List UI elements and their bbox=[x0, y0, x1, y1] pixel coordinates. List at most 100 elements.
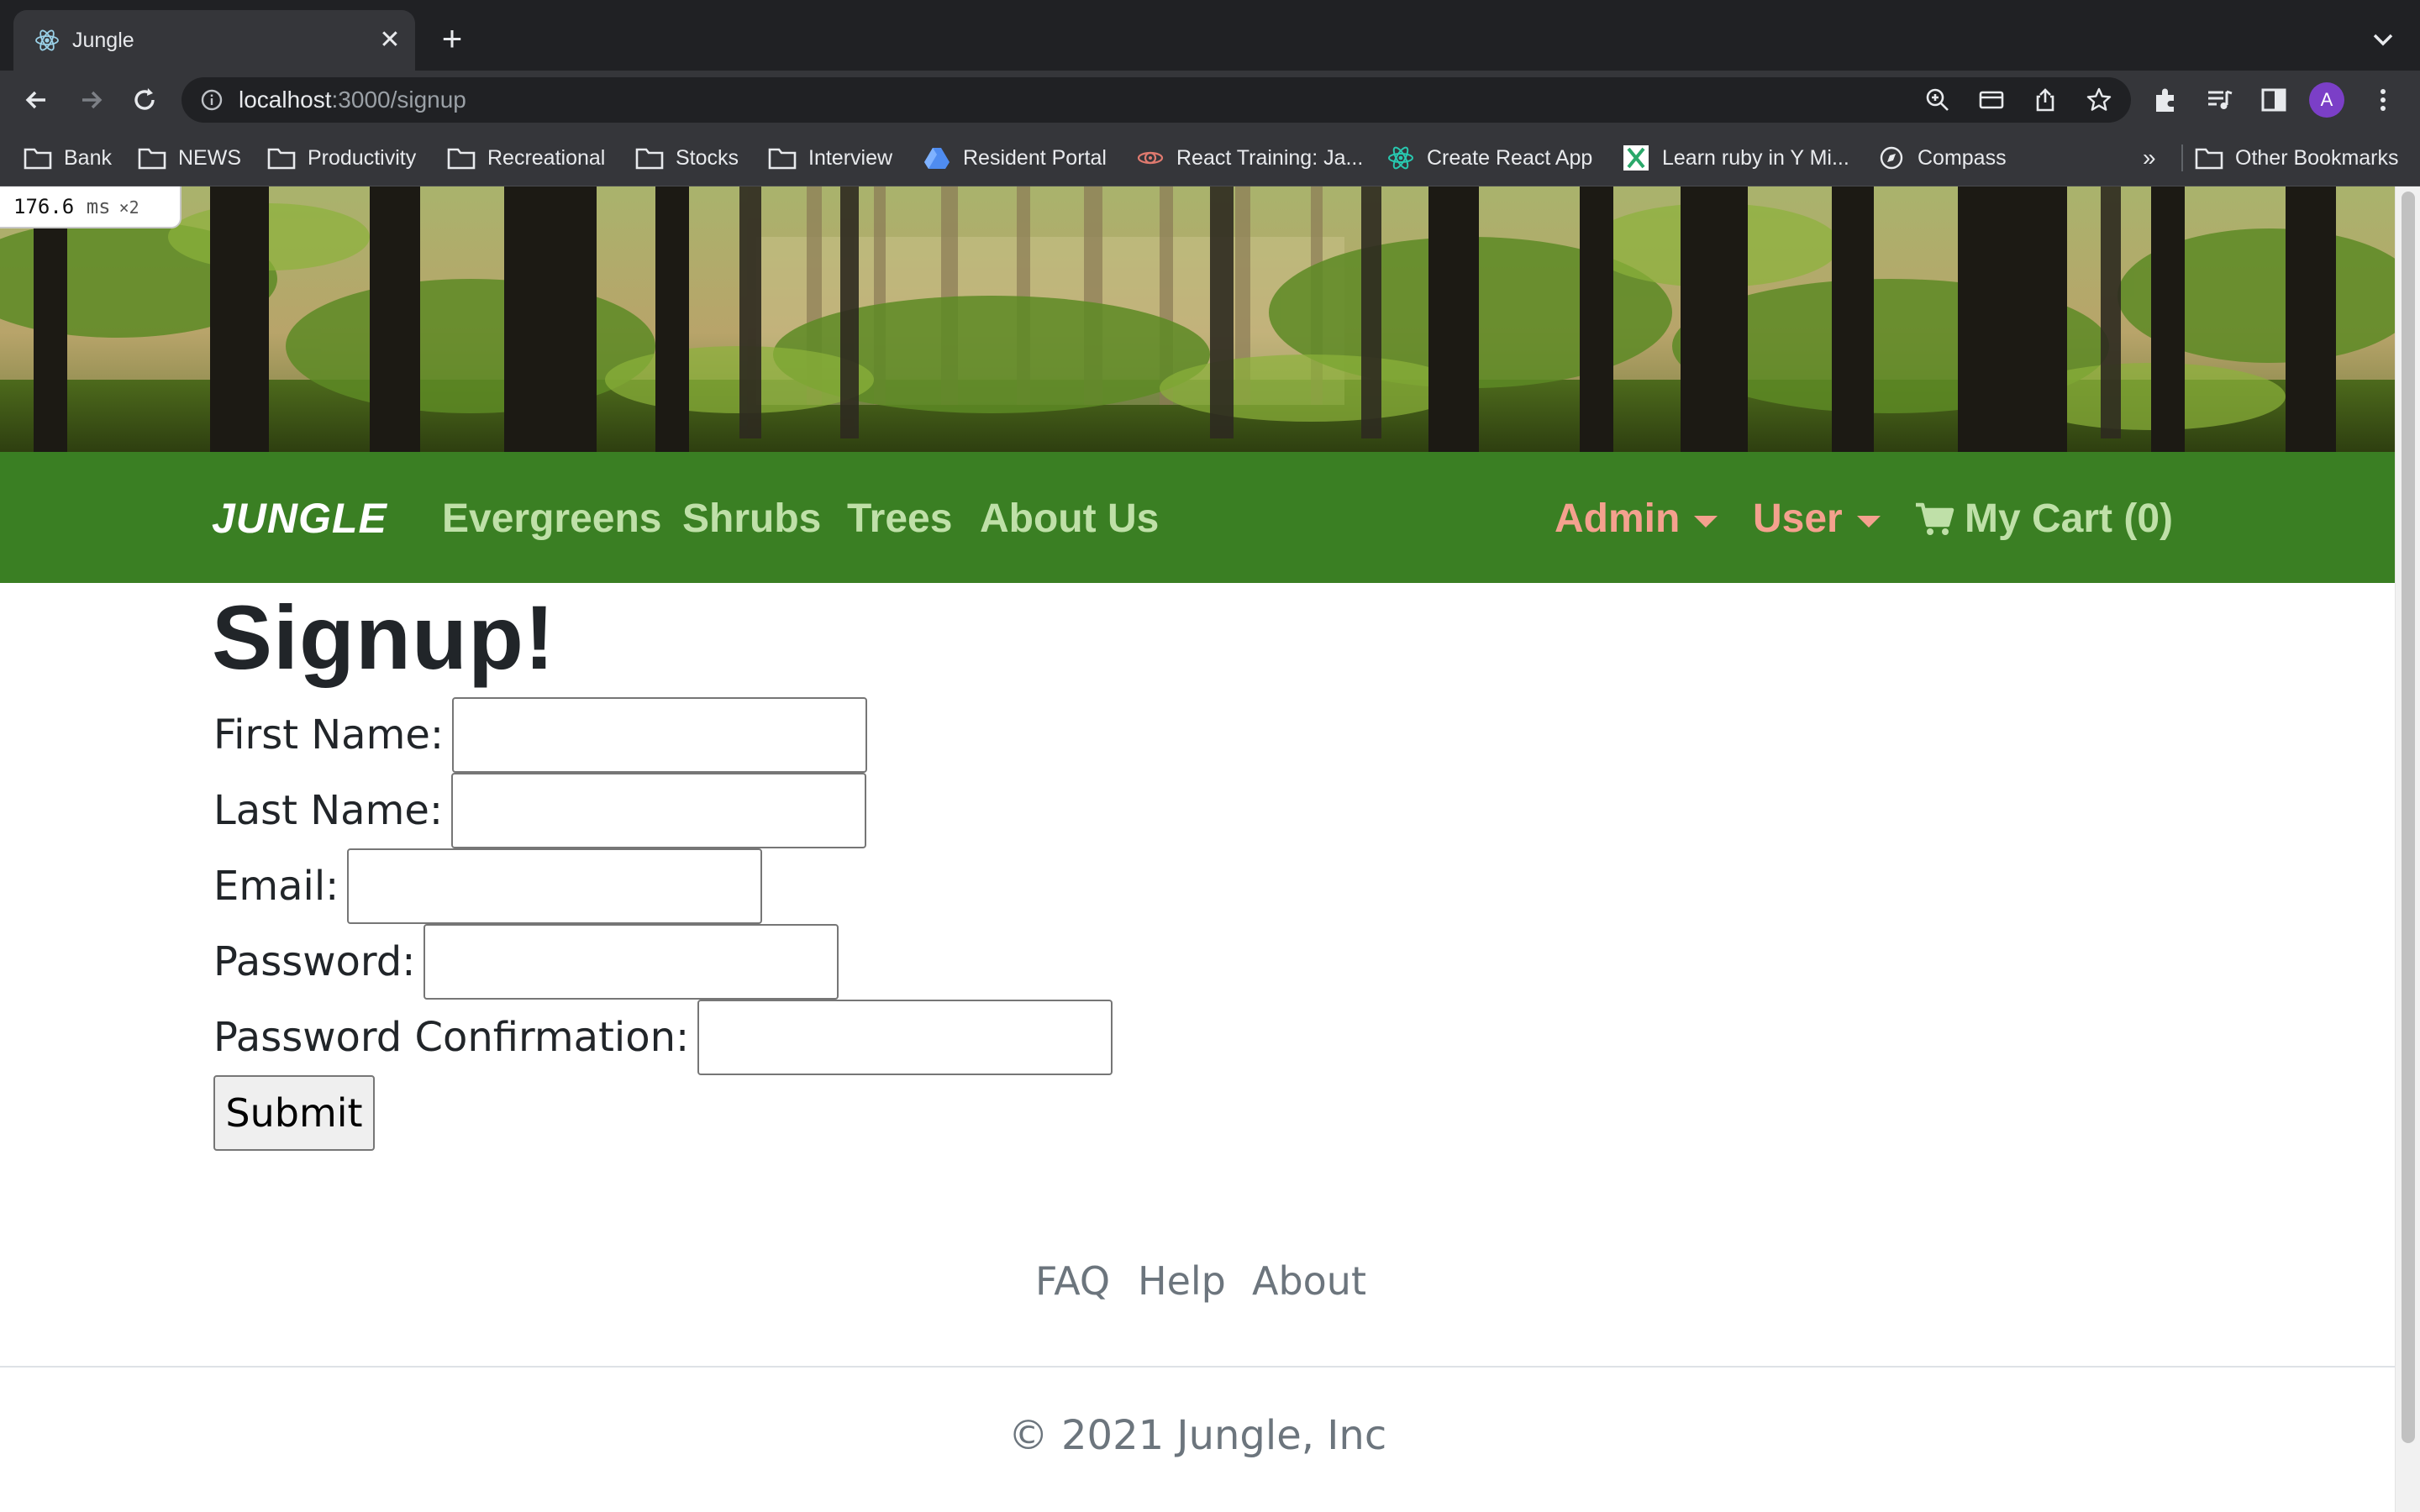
cart-link[interactable]: My Cart (0) bbox=[1914, 496, 2173, 543]
bookmark-label: Bank bbox=[64, 145, 112, 170]
card-icon[interactable] bbox=[1978, 87, 2005, 113]
submit-button[interactable]: Submit bbox=[213, 1075, 375, 1151]
bookmark-bank[interactable]: Bank bbox=[24, 141, 112, 175]
bookmark-react-training[interactable]: React Training: Ja... bbox=[1136, 141, 1363, 175]
first-name-input[interactable] bbox=[452, 697, 868, 773]
reload-icon[interactable] bbox=[126, 81, 163, 118]
footer-links: FAQ Help About bbox=[0, 1252, 2395, 1310]
password-confirmation-input[interactable] bbox=[697, 1000, 1113, 1075]
email-input[interactable] bbox=[347, 848, 763, 924]
last-name-input[interactable] bbox=[451, 773, 867, 848]
first-name-label: First Name: bbox=[213, 711, 445, 759]
first-name-row: First Name: bbox=[213, 697, 868, 773]
bookmark-learn-ruby[interactable]: Learn ruby in Y Mi... bbox=[1622, 141, 1849, 175]
side-panel-icon[interactable] bbox=[2259, 85, 2289, 115]
user-dropdown[interactable]: User bbox=[1753, 496, 1843, 543]
page-title: Signup! bbox=[212, 586, 555, 688]
bookmark-label: Stocks bbox=[676, 145, 739, 170]
bookmark-stocks[interactable]: Stocks bbox=[635, 141, 739, 175]
render-time-value: 176.6 bbox=[13, 195, 75, 218]
password-confirmation-row: Password Confirmation: bbox=[213, 1000, 1113, 1075]
browser-tab[interactable]: Jungle ✕ bbox=[13, 10, 415, 71]
cart-label: My Cart (0) bbox=[1965, 496, 2174, 541]
bookmark-label: Recreational bbox=[487, 145, 606, 170]
browser-toolbar: localhost:3000/signup A bbox=[0, 71, 2420, 129]
bookmark-resident-portal[interactable]: Resident Portal bbox=[923, 141, 1107, 175]
footer-divider bbox=[0, 1366, 2395, 1368]
nav-link-trees[interactable]: Trees bbox=[847, 496, 952, 543]
url-text: localhost:3000/signup bbox=[239, 87, 466, 113]
bookmark-productivity[interactable]: Productivity bbox=[267, 141, 416, 175]
nav-link-about-us[interactable]: About Us bbox=[980, 496, 1159, 543]
site-info-icon[interactable] bbox=[200, 88, 224, 112]
bookmark-label: Learn ruby in Y Mi... bbox=[1662, 145, 1849, 170]
media-queue-icon[interactable] bbox=[2205, 85, 2235, 115]
nav-link-shrubs[interactable]: Shrubs bbox=[682, 496, 821, 543]
password-input[interactable] bbox=[424, 924, 839, 1000]
page-scrollbar[interactable] bbox=[2395, 186, 2420, 1512]
render-time-multiplier: ×2 bbox=[118, 197, 139, 218]
forest-hero-image bbox=[0, 186, 2395, 452]
last-name-label: Last Name: bbox=[213, 787, 444, 834]
bookmark-label: React Training: Ja... bbox=[1176, 145, 1364, 170]
tab-title: Jungle bbox=[72, 29, 134, 52]
footer-link-faq[interactable]: FAQ bbox=[1035, 1252, 1110, 1310]
bookmark-label: NEWS bbox=[178, 145, 241, 170]
bookmark-news[interactable]: NEWS bbox=[138, 141, 241, 175]
url-path: :3000/signup bbox=[331, 87, 466, 113]
bookmark-label: Compass bbox=[1918, 145, 2007, 170]
copyright-text: © 2021 Jungle, Inc bbox=[1007, 1412, 1387, 1459]
bookmark-label: Create React App bbox=[1427, 145, 1593, 170]
shopping-cart-icon bbox=[1916, 502, 1954, 535]
password-row: Password: bbox=[213, 924, 839, 1000]
new-tab-plus-icon[interactable]: + bbox=[434, 21, 471, 59]
chevron-down-icon[interactable] bbox=[2365, 25, 2402, 55]
forward-arrow-icon[interactable] bbox=[72, 81, 109, 118]
bookmarks-bar: Bank NEWS Productivity Recreational Stoc… bbox=[0, 129, 2420, 186]
page-viewport: 176.6 ms ×2 JUNGLE Evergreens Shrubs Tre… bbox=[0, 186, 2395, 1512]
render-time-unit: ms bbox=[86, 195, 111, 218]
main-navbar: JUNGLE Evergreens Shrubs Trees About Us … bbox=[0, 452, 2395, 583]
x-site-icon bbox=[1623, 145, 1649, 171]
bookmark-label: Other Bookmarks bbox=[2235, 145, 2399, 170]
url-host: localhost bbox=[239, 87, 332, 113]
user-caret-icon[interactable] bbox=[1857, 516, 1881, 528]
profile-avatar[interactable]: A bbox=[2309, 82, 2344, 118]
folder-icon bbox=[635, 148, 664, 170]
bookmark-create-react-app[interactable]: Create React App bbox=[1386, 141, 1592, 175]
folder-icon bbox=[24, 148, 52, 170]
bookmark-other-bookmarks[interactable]: Other Bookmarks bbox=[2195, 141, 2399, 175]
react-icon bbox=[1388, 146, 1413, 170]
zoom-icon[interactable] bbox=[1924, 87, 1951, 113]
drive-icon bbox=[924, 148, 950, 169]
extensions-puzzle-icon[interactable] bbox=[2151, 85, 2181, 115]
back-arrow-icon[interactable] bbox=[18, 81, 55, 118]
folder-icon bbox=[2195, 148, 2223, 170]
address-bar[interactable]: localhost:3000/signup bbox=[182, 77, 2131, 123]
bookmark-compass[interactable]: Compass bbox=[1877, 141, 2007, 175]
scrollbar-thumb[interactable] bbox=[2402, 192, 2415, 1443]
bookmark-interview[interactable]: Interview bbox=[768, 141, 892, 175]
folder-icon bbox=[768, 148, 797, 170]
bookmarks-overflow-button[interactable]: » bbox=[2143, 141, 2156, 175]
bookmark-recreational[interactable]: Recreational bbox=[447, 141, 605, 175]
tab-close-icon[interactable]: ✕ bbox=[375, 25, 405, 55]
admin-caret-icon[interactable] bbox=[1694, 516, 1718, 528]
email-label: Email: bbox=[213, 863, 339, 910]
admin-dropdown[interactable]: Admin bbox=[1555, 496, 1680, 543]
nav-link-evergreens[interactable]: Evergreens bbox=[442, 496, 662, 543]
password-label: Password: bbox=[213, 938, 416, 985]
footer-link-about[interactable]: About bbox=[1252, 1252, 1366, 1310]
kebab-menu-icon[interactable] bbox=[2368, 85, 2398, 115]
brand-logo[interactable]: JUNGLE bbox=[212, 494, 387, 543]
react-icon bbox=[35, 29, 59, 51]
bookmark-star-icon[interactable] bbox=[2086, 87, 2112, 113]
bookmark-label: Productivity bbox=[308, 145, 417, 170]
browser-tab-strip: Jungle ✕ + bbox=[0, 0, 2420, 71]
render-time-badge: 176.6 ms ×2 bbox=[0, 186, 182, 228]
share-icon[interactable] bbox=[2032, 87, 2059, 113]
folder-icon bbox=[447, 148, 476, 170]
folder-icon bbox=[138, 148, 166, 170]
footer-link-help[interactable]: Help bbox=[1138, 1252, 1226, 1310]
last-name-row: Last Name: bbox=[213, 773, 867, 848]
